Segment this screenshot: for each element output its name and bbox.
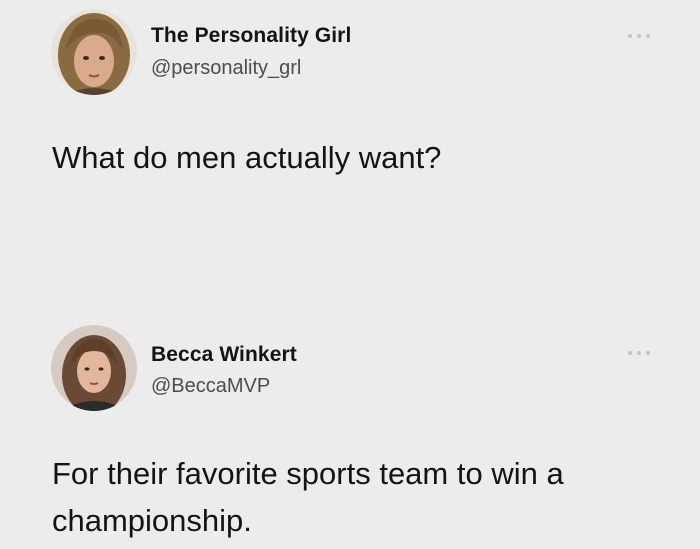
dot [646, 34, 650, 38]
dot [646, 351, 650, 355]
more-options-icon[interactable] [628, 31, 650, 41]
more-options-icon[interactable] [628, 348, 650, 358]
dot [628, 34, 632, 38]
dot [628, 351, 632, 355]
profile-photo-icon [51, 9, 137, 95]
user-handle[interactable]: @personality_grl [151, 57, 301, 80]
tweet: Becca Winkert @BeccaMVP For their favori… [0, 300, 700, 549]
user-handle[interactable]: @BeccaMVP [151, 375, 270, 398]
profile-photo-icon [51, 325, 137, 411]
dot [637, 351, 641, 355]
display-name[interactable]: Becca Winkert [151, 343, 297, 367]
tweet-text: What do men actually want? [52, 140, 442, 175]
avatar[interactable] [51, 325, 137, 411]
tweet: The Personality Girl @personality_grl Wh… [0, 0, 700, 300]
display-name[interactable]: The Personality Girl [151, 24, 351, 48]
tweet-text: For their favorite sports team to win a … [52, 456, 564, 538]
dot [637, 34, 641, 38]
avatar[interactable] [51, 9, 137, 95]
